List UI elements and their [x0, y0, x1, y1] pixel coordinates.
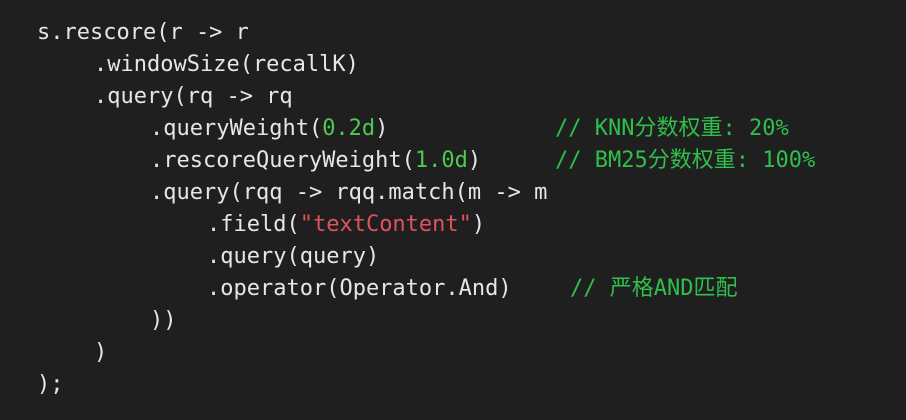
code-text: .query(rq -> rq	[94, 84, 293, 109]
code-comment: // BM25分数权重: 100%	[555, 148, 816, 173]
string-literal: "textContent"	[299, 212, 472, 237]
code-line-11: )	[0, 337, 906, 369]
code-text: )	[375, 116, 389, 141]
code-text: .windowSize(recallK)	[94, 52, 359, 77]
code-text: )	[467, 148, 482, 173]
code-line-12: );	[0, 369, 906, 401]
code-block: s.rescore(r -> r .windowSize(recallK) .q…	[0, 0, 906, 420]
code-comment: // 严格AND匹配	[570, 276, 738, 301]
code-text: .queryWeight(	[150, 116, 323, 141]
code-text: .rescoreQueryWeight(	[150, 148, 415, 173]
code-text: ))	[150, 308, 177, 333]
code-line-10: ))	[0, 305, 906, 337]
code-text: )	[94, 340, 108, 365]
code-comment: // KNN分数权重: 20%	[555, 116, 789, 141]
code-text: .query(rqq -> rqq.match(m -> m	[150, 180, 548, 205]
code-text: .operator(Operator.And)	[207, 276, 512, 301]
code-line-3: .query(rq -> rq	[0, 81, 906, 113]
code-line-4: .queryWeight(0.2d) // KNN分数权重: 20%	[0, 113, 906, 145]
code-line-6: .query(rqq -> rqq.match(m -> m	[0, 177, 906, 209]
number-literal: 1.0d	[414, 148, 468, 173]
code-line-2: .windowSize(recallK)	[0, 49, 906, 81]
code-text: .query(query)	[207, 244, 380, 269]
code-text: .field(	[207, 212, 300, 237]
code-line-1: s.rescore(r -> r	[0, 17, 906, 49]
code-text: s.rescore(r -> r	[37, 20, 249, 45]
code-text: )	[471, 212, 486, 237]
code-text: );	[37, 372, 64, 397]
code-line-5: .rescoreQueryWeight(1.0d) // BM25分数权重: 10…	[0, 145, 906, 177]
code-line-9: .operator(Operator.And) // 严格AND匹配	[0, 273, 906, 305]
code-line-7: .field("textContent")	[0, 209, 906, 241]
number-literal: 0.2d	[322, 116, 376, 141]
code-line-8: .query(query)	[0, 241, 906, 273]
